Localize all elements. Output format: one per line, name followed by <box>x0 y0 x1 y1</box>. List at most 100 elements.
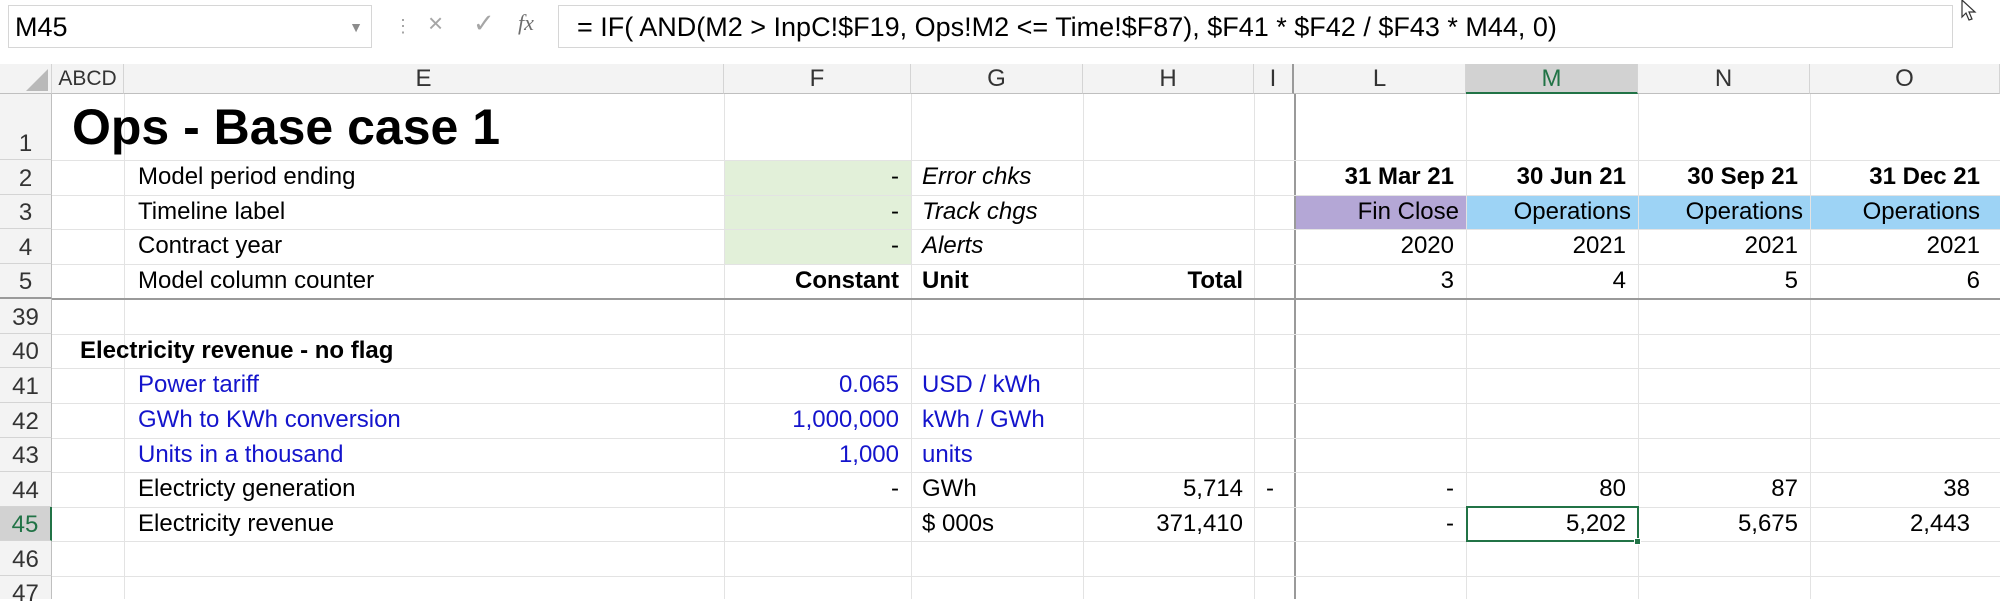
column-header-o[interactable]: O <box>1810 64 2000 94</box>
row-label[interactable]: Contract year <box>138 229 282 263</box>
column-header-m[interactable]: M <box>1466 64 1638 94</box>
constant-cell[interactable]: - <box>724 229 899 263</box>
column-header-abcd[interactable]: ABCD <box>52 64 124 94</box>
sheet-title[interactable]: Ops - Base case 1 <box>72 96 500 158</box>
column-header-g[interactable]: G <box>911 64 1083 94</box>
row-header-47[interactable]: 47 <box>0 576 52 607</box>
period-date-cell[interactable]: 31 Mar 21 <box>1294 160 1454 194</box>
constant-cell[interactable]: 1,000 <box>724 438 899 472</box>
total-cell[interactable]: 5,714 <box>1083 472 1243 506</box>
period-date-cell[interactable]: 31 Dec 21 <box>1810 160 1980 194</box>
gridline <box>911 94 912 599</box>
value-cell[interactable]: 87 <box>1638 472 1798 506</box>
total-header[interactable]: Total <box>1083 264 1243 298</box>
contract-year-cell[interactable]: 2020 <box>1294 229 1454 263</box>
row-label[interactable]: Units in a thousand <box>138 438 343 472</box>
unit-header[interactable]: Unit <box>922 264 969 298</box>
row-label[interactable]: Electricty generation <box>138 472 355 506</box>
value-cell[interactable]: 5,675 <box>1638 507 1798 541</box>
chevron-down-icon[interactable]: ▼ <box>349 19 363 35</box>
formula-bar-grip-icon: ⋮ <box>394 16 412 36</box>
row-label[interactable]: Power tariff <box>138 368 259 402</box>
column-header-h[interactable]: H <box>1083 64 1254 94</box>
row-header-40[interactable]: 40 <box>0 334 52 368</box>
column-header-l[interactable]: L <box>1294 64 1466 94</box>
insert-function-icon[interactable]: fx <box>518 10 534 36</box>
column-header-f[interactable]: F <box>724 64 911 94</box>
row-header-41[interactable]: 41 <box>0 368 52 403</box>
row-number: 47 <box>12 580 39 607</box>
row-label[interactable]: Model column counter <box>138 264 374 298</box>
unit-cell[interactable]: kWh / GWh <box>922 403 1045 437</box>
value-cell[interactable]: - <box>1294 507 1454 541</box>
timeline-label-cell[interactable]: Fin Close <box>1294 195 1459 229</box>
cancel-icon[interactable]: × <box>428 8 443 39</box>
enter-icon[interactable]: ✓ <box>473 8 495 39</box>
row-header-43[interactable]: 43 <box>0 438 52 472</box>
row-header-4[interactable]: 4 <box>0 229 52 264</box>
row-header-2[interactable]: 2 <box>0 160 52 195</box>
value-cell[interactable]: 38 <box>1810 472 1970 506</box>
row-header-44[interactable]: 44 <box>0 472 52 507</box>
column-counter-cell[interactable]: 4 <box>1466 264 1626 298</box>
unit-cell[interactable]: units <box>922 438 973 472</box>
alerts-label[interactable]: Alerts <box>922 229 983 263</box>
constant-cell[interactable]: - <box>724 160 899 194</box>
constant-cell[interactable]: - <box>724 472 899 506</box>
value-cell[interactable]: 80 <box>1466 472 1626 506</box>
constant-cell[interactable]: 1,000,000 <box>724 403 899 437</box>
formula-text: = IF( AND(M2 > InpC!$F19, Ops!M2 <= Time… <box>577 12 1557 42</box>
row-header-1[interactable]: 1 <box>0 94 52 160</box>
timeline-label-cell[interactable]: Operations <box>1638 195 1803 229</box>
freeze-pane-horizontal <box>52 298 2000 300</box>
period-date-cell[interactable]: 30 Jun 21 <box>1466 160 1626 194</box>
constant-cell[interactable]: 0.065 <box>724 368 899 402</box>
constant-cell[interactable]: - <box>724 195 899 229</box>
row-header-5[interactable]: 5 <box>0 264 52 299</box>
row-header-42[interactable]: 42 <box>0 403 52 438</box>
unit-cell[interactable]: $ 000s <box>922 507 994 541</box>
column-counter-cell[interactable]: 3 <box>1294 264 1454 298</box>
row-label[interactable]: GWh to KWh conversion <box>138 403 401 437</box>
column-header-n[interactable]: N <box>1638 64 1810 94</box>
column-header-e[interactable]: E <box>124 64 724 94</box>
unit-cell[interactable]: GWh <box>922 472 977 506</box>
gridline <box>52 576 2000 577</box>
row-number: 40 <box>12 338 39 365</box>
error-checks-label[interactable]: Error chks <box>922 160 1031 194</box>
fill-handle[interactable] <box>1634 538 1641 545</box>
row-number: 4 <box>18 234 33 261</box>
row-number: 5 <box>18 268 33 295</box>
contract-year-cell[interactable]: 2021 <box>1810 229 1980 263</box>
row-header-45[interactable]: 45 <box>0 507 52 541</box>
row-label[interactable]: Timeline label <box>138 195 285 229</box>
timeline-label-cell[interactable]: Operations <box>1466 195 1631 229</box>
name-box[interactable]: M45 ▼ <box>8 5 372 48</box>
constant-header[interactable]: Constant <box>724 264 899 298</box>
track-changes-label[interactable]: Track chgs <box>922 195 1038 229</box>
value-cell[interactable]: - <box>1294 472 1454 506</box>
total-cell[interactable]: 371,410 <box>1083 507 1243 541</box>
section-title[interactable]: Electricity revenue - no flag <box>80 334 393 368</box>
row-label[interactable]: Model period ending <box>138 160 356 194</box>
column-counter-cell[interactable]: 5 <box>1638 264 1798 298</box>
contract-year-cell[interactable]: 2021 <box>1638 229 1798 263</box>
row-number: 43 <box>12 442 39 469</box>
contract-year-cell[interactable]: 2021 <box>1466 229 1626 263</box>
value-cell[interactable]: 2,443 <box>1810 507 1970 541</box>
timeline-label-cell[interactable]: Operations <box>1810 195 1980 229</box>
period-date-cell[interactable]: 30 Sep 21 <box>1638 160 1798 194</box>
row-header-46[interactable]: 46 <box>0 541 52 576</box>
active-cell[interactable]: 5,202 <box>1466 506 1639 542</box>
row-header-3[interactable]: 3 <box>0 195 52 229</box>
row-header-39[interactable]: 39 <box>0 299 52 334</box>
column-counter-cell[interactable]: 6 <box>1810 264 1980 298</box>
flag-cell[interactable]: - <box>1266 472 1274 506</box>
column-header-i[interactable]: I <box>1254 64 1294 94</box>
name-box-value: M45 <box>15 12 68 42</box>
active-cell-value: 5,202 <box>1565 510 1626 537</box>
formula-input[interactable]: = IF( AND(M2 > InpC!$F19, Ops!M2 <= Time… <box>558 5 1953 48</box>
row-label[interactable]: Electricity revenue <box>138 507 334 541</box>
row-number: 39 <box>12 304 39 331</box>
unit-cell[interactable]: USD / kWh <box>922 368 1041 402</box>
